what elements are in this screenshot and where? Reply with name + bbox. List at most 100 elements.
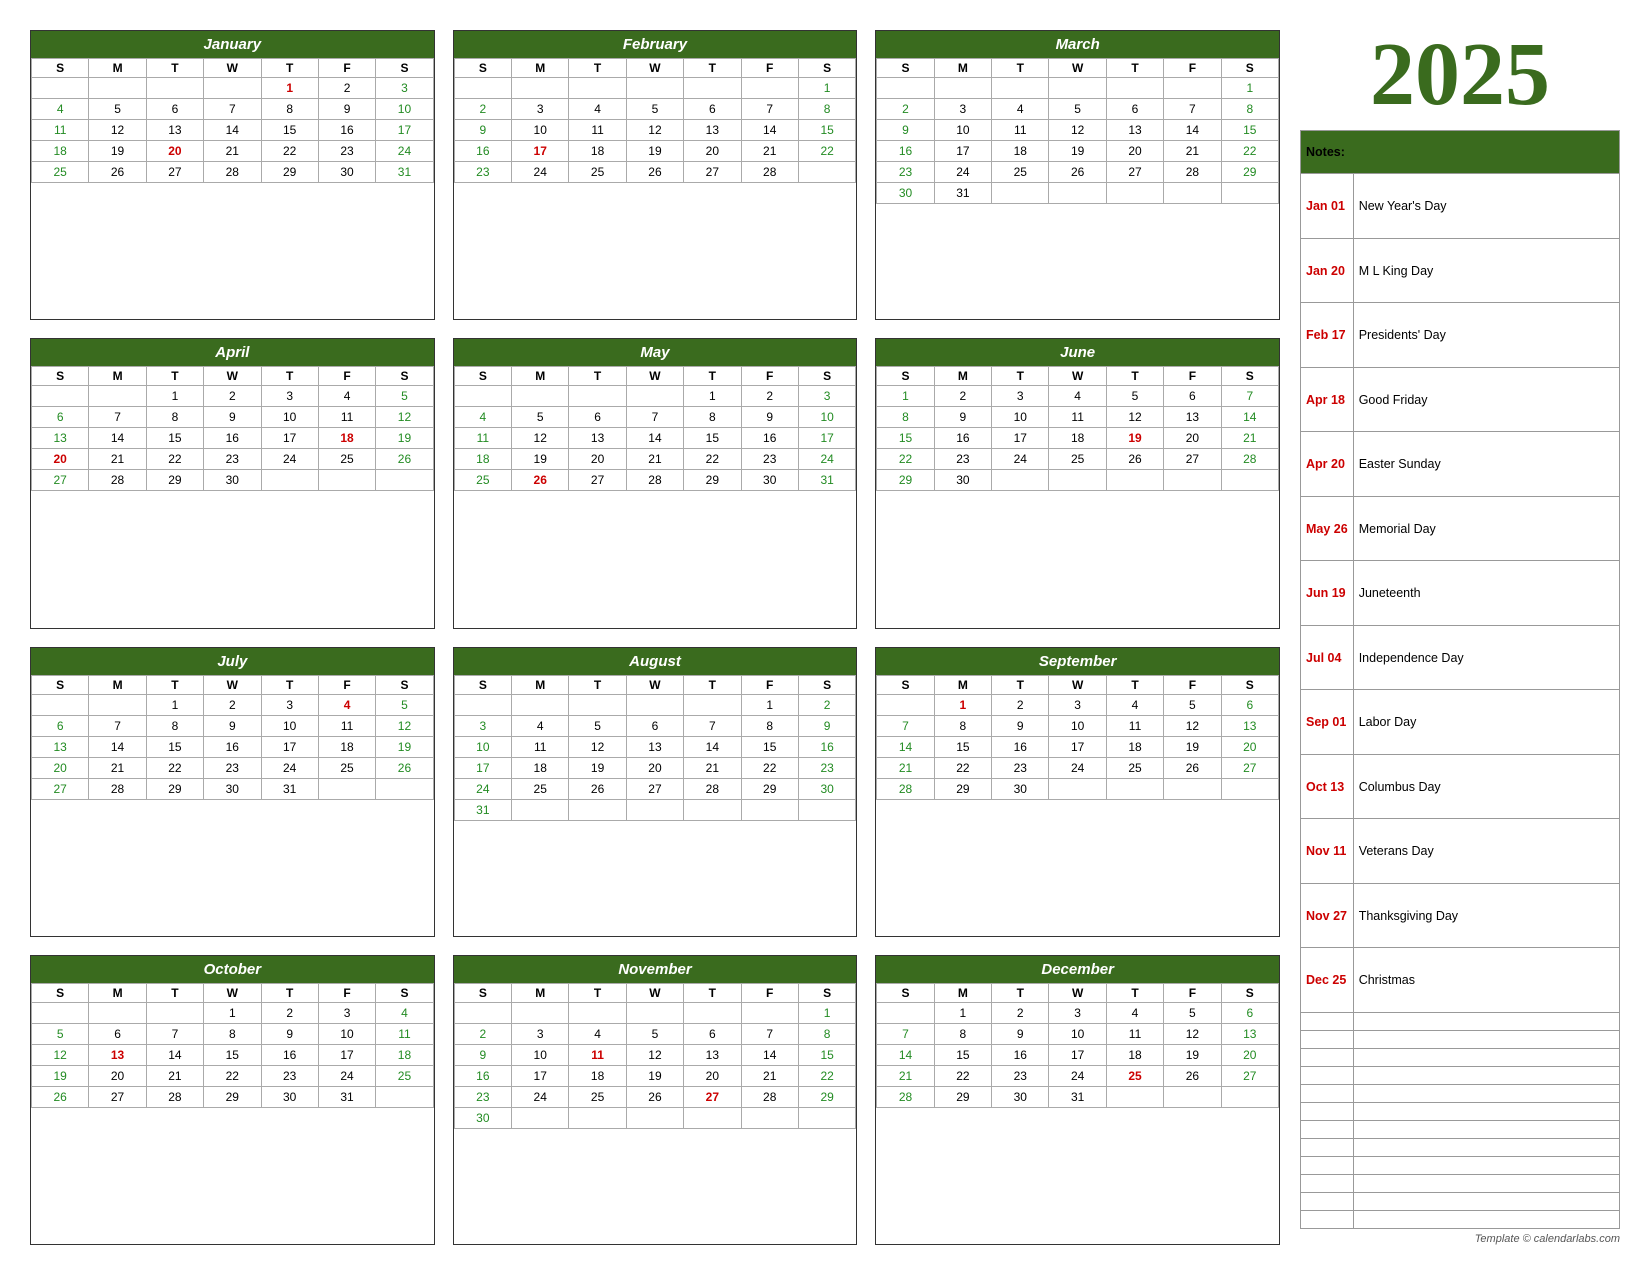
day-header-S: S xyxy=(376,367,433,386)
month-may: MaySMTWTFS123456789101112131415161718192… xyxy=(453,338,858,628)
calendar-day: 18 xyxy=(376,1044,433,1065)
notes-empty-cell xyxy=(1301,1049,1354,1067)
calendar-day: 2 xyxy=(877,99,934,120)
calendar-day: 5 xyxy=(1164,694,1221,715)
calendar-day: 4 xyxy=(992,99,1049,120)
month-july: JulySMTWTFS12345678910111213141516171819… xyxy=(30,647,435,937)
notes-empty-cell xyxy=(1301,1013,1354,1031)
calendar-day: 3 xyxy=(376,78,433,99)
calendar-day: 28 xyxy=(741,162,798,183)
calendar-day: 11 xyxy=(992,120,1049,141)
day-header-S: S xyxy=(798,59,855,78)
day-header-F: F xyxy=(741,675,798,694)
day-header-W: W xyxy=(1049,675,1106,694)
calendar-day: 19 xyxy=(1164,736,1221,757)
holiday-name: Columbus Day xyxy=(1353,754,1619,819)
calendar-day xyxy=(741,1107,798,1128)
calendar-day: 4 xyxy=(1049,386,1106,407)
calendar-day xyxy=(877,694,934,715)
calendar-day: 8 xyxy=(261,99,318,120)
calendar-day: 2 xyxy=(204,386,261,407)
calendar-day: 25 xyxy=(569,1086,626,1107)
day-header-F: F xyxy=(318,983,375,1002)
calendar-day: 10 xyxy=(261,407,318,428)
calendar-day: 10 xyxy=(934,120,991,141)
notes-empty-cell xyxy=(1353,1121,1619,1139)
calendar-day: 6 xyxy=(1221,694,1278,715)
calendar-day: 15 xyxy=(934,736,991,757)
calendar-day: 22 xyxy=(934,1065,991,1086)
calendar-day: 10 xyxy=(512,1044,569,1065)
calendar-day: 23 xyxy=(992,757,1049,778)
holiday-date: Jun 19 xyxy=(1301,561,1354,626)
calendar-day: 17 xyxy=(934,141,991,162)
day-header-S: S xyxy=(376,675,433,694)
day-header-T: T xyxy=(1106,675,1163,694)
calendar-day: 11 xyxy=(569,120,626,141)
calendar-day: 18 xyxy=(1049,428,1106,449)
calendar-day: 24 xyxy=(454,778,511,799)
calendar-day: 16 xyxy=(877,141,934,162)
cal-grid-october: SMTWTFS123456789101112131415161718192021… xyxy=(31,983,434,1108)
calendar-day: 23 xyxy=(204,449,261,470)
calendar-day xyxy=(877,78,934,99)
day-header-T: T xyxy=(992,59,1049,78)
notes-empty-row xyxy=(1301,1085,1620,1103)
notes-empty-row xyxy=(1301,1103,1620,1121)
calendar-day: 9 xyxy=(204,407,261,428)
calendar-day: 3 xyxy=(934,99,991,120)
holiday-name: Easter Sunday xyxy=(1353,432,1619,497)
calendar-day: 16 xyxy=(992,736,1049,757)
calendar-day: 12 xyxy=(1164,715,1221,736)
notes-empty-row xyxy=(1301,1067,1620,1085)
calendar-day xyxy=(1106,1086,1163,1107)
holiday-name: Independence Day xyxy=(1353,625,1619,690)
calendar-day: 21 xyxy=(204,141,261,162)
holiday-date: Oct 13 xyxy=(1301,754,1354,819)
day-header-M: M xyxy=(512,367,569,386)
notes-table: Notes: Jan 01New Year's DayJan 20M L Kin… xyxy=(1300,130,1620,1229)
notes-header-row: Notes: xyxy=(1301,131,1620,174)
day-header-W: W xyxy=(626,59,683,78)
calendar-day: 28 xyxy=(89,470,146,491)
calendar-day: 8 xyxy=(684,407,741,428)
calendar-day: 23 xyxy=(741,449,798,470)
calendar-day: 26 xyxy=(1164,1065,1221,1086)
day-header-M: M xyxy=(512,983,569,1002)
calendar-day: 20 xyxy=(1221,1044,1278,1065)
day-header-T: T xyxy=(684,675,741,694)
calendar-day: 16 xyxy=(204,428,261,449)
calendar-day: 20 xyxy=(684,141,741,162)
month-header-august: August xyxy=(454,648,857,675)
calendar-day: 1 xyxy=(741,694,798,715)
notes-empty-row xyxy=(1301,1013,1620,1031)
day-header-T: T xyxy=(261,675,318,694)
cal-grid-may: SMTWTFS123456789101112131415161718192021… xyxy=(454,366,857,491)
calendar-day: 29 xyxy=(934,1086,991,1107)
calendar-day: 31 xyxy=(1049,1086,1106,1107)
day-header-S: S xyxy=(877,367,934,386)
cal-grid-april: SMTWTFS123456789101112131415161718192021… xyxy=(31,366,434,491)
calendar-day: 24 xyxy=(376,141,433,162)
calendar-day xyxy=(1106,78,1163,99)
day-header-M: M xyxy=(89,675,146,694)
month-header-april: April xyxy=(31,339,434,366)
notes-empty-cell xyxy=(1353,1067,1619,1085)
calendar-day xyxy=(89,386,146,407)
day-header-T: T xyxy=(146,367,203,386)
calendar-day: 14 xyxy=(204,120,261,141)
month-december: DecemberSMTWTFS1234567891011121314151617… xyxy=(875,955,1280,1245)
calendar-day: 10 xyxy=(261,715,318,736)
calendar-day xyxy=(741,78,798,99)
calendar-day: 9 xyxy=(992,1023,1049,1044)
day-header-S: S xyxy=(376,59,433,78)
calendar-day: 3 xyxy=(992,386,1049,407)
calendar-day: 28 xyxy=(1221,449,1278,470)
calendar-day: 17 xyxy=(512,1065,569,1086)
calendar-day: 15 xyxy=(1221,120,1278,141)
month-header-september: September xyxy=(876,648,1279,675)
holiday-name: Memorial Day xyxy=(1353,496,1619,561)
calendar-day: 1 xyxy=(1221,78,1278,99)
calendar-day: 6 xyxy=(569,407,626,428)
calendar-day: 10 xyxy=(992,407,1049,428)
